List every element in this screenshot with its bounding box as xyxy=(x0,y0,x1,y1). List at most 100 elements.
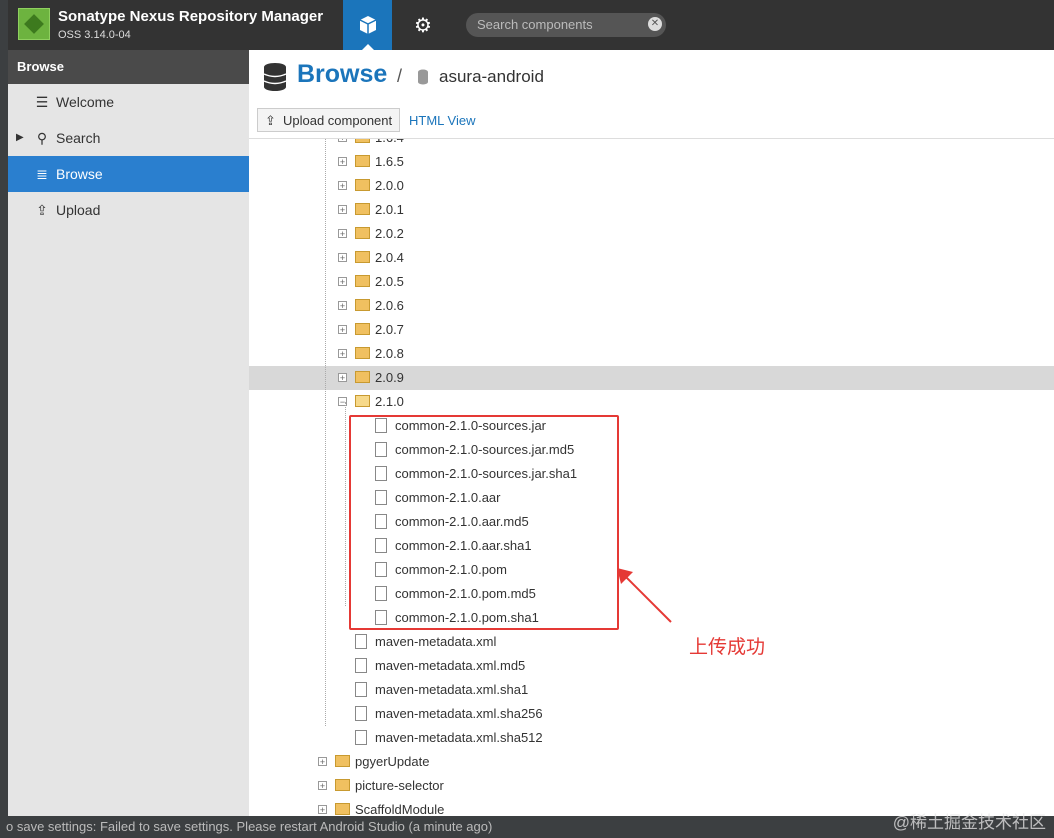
tree-node-label: picture-selector xyxy=(355,778,444,793)
expand-icon[interactable]: + xyxy=(338,157,347,167)
admin-nav-button[interactable]: ⚙ xyxy=(403,0,443,50)
tree-version-2.0.6[interactable]: +2.0.6 xyxy=(249,294,1054,318)
tree-node-label: pgyerUpdate xyxy=(355,754,430,769)
expand-icon[interactable]: + xyxy=(338,325,347,335)
top-header: Sonatype Nexus Repository Manager OSS 3.… xyxy=(8,0,1054,50)
tree-node-label: 2.0.8 xyxy=(375,346,404,361)
folder-icon xyxy=(355,299,370,311)
search-placeholder: Search components xyxy=(477,17,593,32)
sidebar-item-label: Upload xyxy=(56,202,101,218)
tree-version-1.6.5[interactable]: +1.6.5 xyxy=(249,150,1054,174)
tree-node-label: 2.1.0 xyxy=(375,394,404,409)
html-view-link[interactable]: HTML View xyxy=(409,113,475,128)
folder-icon xyxy=(355,155,370,167)
tree-version-2.0.2[interactable]: +2.0.2 xyxy=(249,222,1054,246)
tree-metadata-file[interactable]: maven-metadata.xml xyxy=(249,630,1054,654)
file-icon xyxy=(355,728,370,745)
annotation-box xyxy=(349,415,619,630)
sidebar-item-label: Browse xyxy=(56,166,103,182)
sidebar-item-label: Search xyxy=(56,130,101,146)
tree-node-label: 2.0.1 xyxy=(375,202,404,217)
sidebar-item-upload[interactable]: ⇪ Upload xyxy=(8,192,249,228)
upload-component-label: Upload component xyxy=(283,113,393,128)
expand-icon[interactable]: + xyxy=(338,349,347,359)
upload-icon: ⇪ xyxy=(265,113,276,128)
folder-icon xyxy=(335,779,350,791)
folder-icon xyxy=(355,275,370,287)
file-icon xyxy=(355,656,370,673)
tree-node-label: 2.0.2 xyxy=(375,226,404,241)
tree-metadata-file[interactable]: maven-metadata.xml.sha256 xyxy=(249,702,1054,726)
expand-arrow-icon[interactable]: ▶ xyxy=(16,120,24,156)
expand-icon[interactable]: + xyxy=(318,781,327,791)
breadcrumb-separator: / xyxy=(397,66,403,86)
nexus-logo-icon[interactable] xyxy=(18,8,50,40)
folder-icon xyxy=(355,203,370,215)
gear-icon: ⚙ xyxy=(414,14,432,37)
tree-metadata-file[interactable]: maven-metadata.xml.md5 xyxy=(249,654,1054,678)
search-input[interactable]: Search components ✕ xyxy=(466,13,666,37)
tree-folder-pgyerUpdate[interactable]: + pgyerUpdate xyxy=(249,750,1054,774)
database-icon: ≣ xyxy=(36,166,48,182)
sidebar-item-label: Welcome xyxy=(56,94,115,110)
tree-node-label: 1.6.5 xyxy=(375,154,404,169)
expand-icon[interactable]: + xyxy=(318,757,327,767)
expand-icon[interactable]: + xyxy=(338,253,347,263)
folder-icon xyxy=(355,179,370,191)
tree-node-label: 2.0.4 xyxy=(375,250,404,265)
tree-version-2.0.9[interactable]: +2.0.9 xyxy=(249,366,1054,390)
tree-version-2.0.0[interactable]: +2.0.0 xyxy=(249,174,1054,198)
upload-component-button[interactable]: ⇪ Upload component xyxy=(257,108,401,132)
expand-icon[interactable]: + xyxy=(338,229,347,239)
tree-node-label: 2.0.0 xyxy=(375,178,404,193)
expand-icon[interactable]: + xyxy=(338,301,347,311)
browse-nav-button[interactable] xyxy=(343,0,392,50)
sidebar-item-browse[interactable]: ≣ Browse xyxy=(8,156,249,192)
expand-icon[interactable]: + xyxy=(338,181,347,191)
file-icon xyxy=(355,704,370,721)
sidebar-item-welcome[interactable]: ☰ Welcome xyxy=(8,84,249,120)
tree-node-label: 2.0.5 xyxy=(375,274,404,289)
tree-metadata-file[interactable]: maven-metadata.xml.sha512 xyxy=(249,726,1054,750)
tree-version-2.0.8[interactable]: +2.0.8 xyxy=(249,342,1054,366)
tree-node-label: maven-metadata.xml.sha512 xyxy=(375,730,543,745)
main-panel: +1.6.4+1.6.5+2.0.0+2.0.1+2.0.2+2.0.4+2.0… xyxy=(249,50,1054,816)
tree-folder-picture-selector[interactable]: + picture-selector xyxy=(249,774,1054,798)
tree-node-label: 2.0.6 xyxy=(375,298,404,313)
expand-icon[interactable]: + xyxy=(338,205,347,215)
tree-version-expanded[interactable]: −2.1.0 xyxy=(249,390,1054,414)
tree-version-2.0.1[interactable]: +2.0.1 xyxy=(249,198,1054,222)
expand-icon[interactable]: + xyxy=(338,277,347,287)
upload-icon: ⇪ xyxy=(36,202,48,218)
tree-version-2.0.4[interactable]: +2.0.4 xyxy=(249,246,1054,270)
tree-node-label: maven-metadata.xml.sha1 xyxy=(375,682,529,697)
expand-icon[interactable]: + xyxy=(338,373,347,383)
file-icon xyxy=(355,632,370,649)
tree-guide-line xyxy=(345,402,346,606)
page-header: Browse / asura-android ⇪ Upload componen… xyxy=(249,50,1054,139)
tree-metadata-file[interactable]: maven-metadata.xml.sha1 xyxy=(249,678,1054,702)
folder-icon xyxy=(355,251,370,263)
tree-node-label: maven-metadata.xml.md5 xyxy=(375,658,526,673)
folder-icon xyxy=(355,323,370,335)
folder-icon xyxy=(355,347,370,359)
page-title: Browse xyxy=(297,60,388,88)
database-icon xyxy=(263,63,287,91)
expand-icon[interactable]: + xyxy=(318,805,327,815)
file-icon xyxy=(355,680,370,697)
tree-guide-line xyxy=(325,126,326,726)
search-icon: ⚲ xyxy=(36,130,48,146)
app-title: Sonatype Nexus Repository Manager xyxy=(58,8,324,25)
annotation-text: 上传成功 xyxy=(689,637,766,658)
ide-side-strip xyxy=(0,0,8,838)
tree-node-label: ScaffoldModule xyxy=(355,802,445,816)
clear-search-icon[interactable]: ✕ xyxy=(648,17,662,31)
tree-version-2.0.5[interactable]: +2.0.5 xyxy=(249,270,1054,294)
tree-node-label: 2.0.9 xyxy=(375,370,404,385)
breadcrumb-repository[interactable]: asura-android xyxy=(439,67,544,87)
tree-version-2.0.7[interactable]: +2.0.7 xyxy=(249,318,1054,342)
sidebar-title: Browse xyxy=(8,50,249,84)
folder-icon xyxy=(355,371,370,383)
sidebar-item-search[interactable]: ▶ ⚲ Search xyxy=(8,120,249,156)
list-icon: ☰ xyxy=(35,94,49,110)
